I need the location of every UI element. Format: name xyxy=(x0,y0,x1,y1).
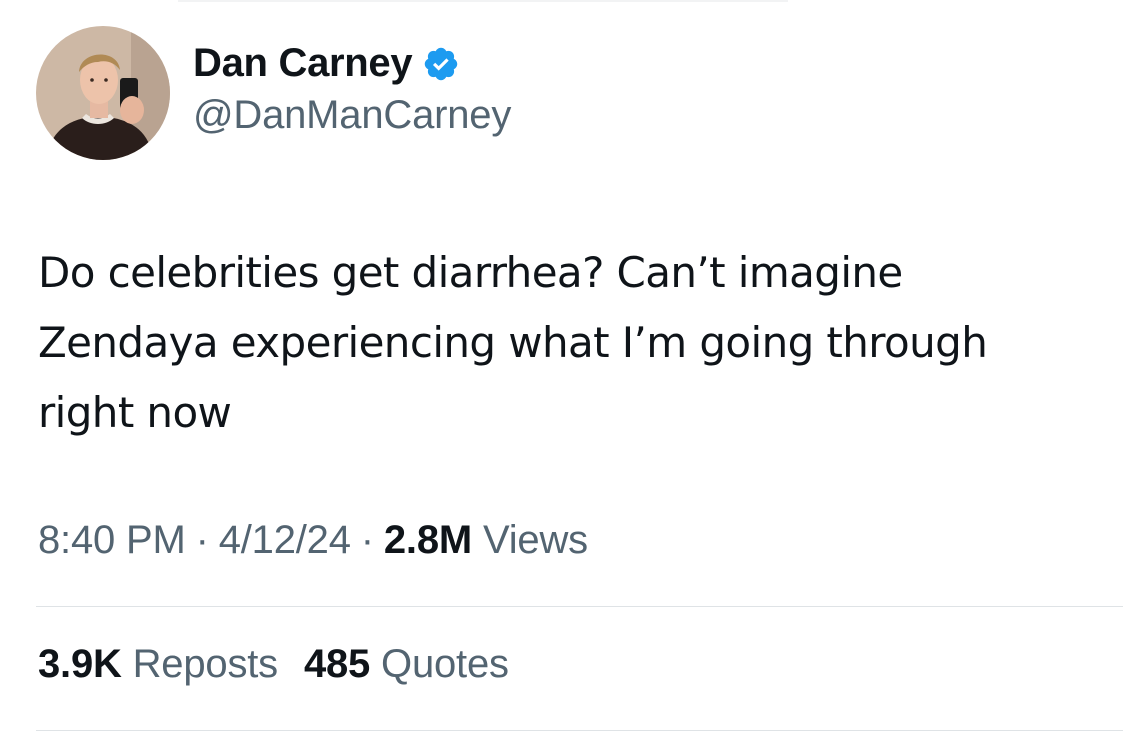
tweet-text: Do celebrities get diarrhea? Can’t imagi… xyxy=(38,248,988,437)
quotes-count: 485 xyxy=(303,642,371,686)
divider xyxy=(36,606,1123,607)
tweet-meta: 8:40 PM · 4/12/24 · 2.8M Views xyxy=(38,518,588,563)
avatar[interactable] xyxy=(36,26,170,160)
views-count: 2.8M xyxy=(383,518,473,562)
separator-dot: · xyxy=(195,518,209,562)
separator-dot: · xyxy=(360,518,374,562)
engagement-stats: 3.9K Reposts 485 Quotes xyxy=(38,642,509,687)
name-row: Dan Carney xyxy=(193,39,511,89)
quotes-stat[interactable]: 485 Quotes xyxy=(304,642,509,686)
top-divider xyxy=(178,0,788,2)
divider xyxy=(36,730,1123,731)
verified-badge-icon[interactable] xyxy=(422,45,460,83)
author-info: Dan Carney @DanManCarney xyxy=(193,39,511,138)
reposts-count: 3.9K xyxy=(38,642,122,686)
avatar-photo xyxy=(36,26,170,160)
reposts-label: Reposts xyxy=(132,642,279,686)
display-name[interactable]: Dan Carney xyxy=(193,41,413,86)
tweet-date[interactable]: 4/12/24 xyxy=(219,518,351,562)
reposts-stat[interactable]: 3.9K Reposts xyxy=(38,642,278,686)
tweet-header: Dan Carney @DanManCarney xyxy=(36,26,511,160)
user-handle[interactable]: @DanManCarney xyxy=(193,93,511,138)
tweet-time[interactable]: 8:40 PM xyxy=(38,518,186,562)
views-label: Views xyxy=(482,518,588,562)
quotes-label: Quotes xyxy=(381,642,509,686)
